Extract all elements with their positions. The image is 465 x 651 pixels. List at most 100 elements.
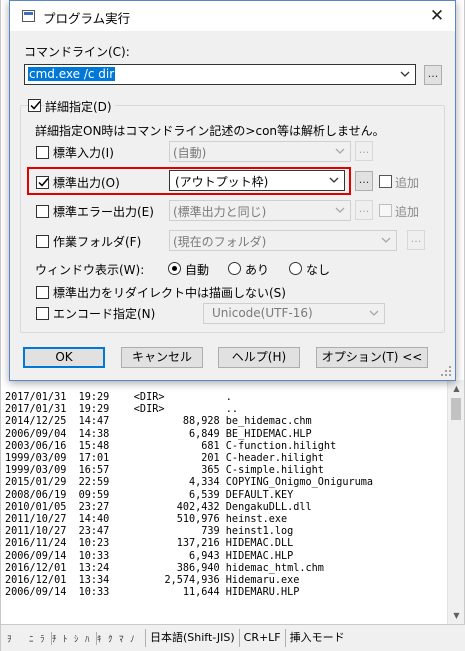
window-mode-show-label[interactable]: あり	[245, 261, 269, 278]
output-line[interactable]: 2015/01/29 22:59 4,334 COPYING_Onigmo_On…	[5, 477, 445, 489]
fkey-label[interactable]: ｷ	[96, 631, 108, 645]
stderr-label[interactable]: 標準エラー出力(E)	[53, 203, 154, 220]
fkey-label[interactable]: ｸ	[108, 632, 119, 645]
stderr-browse-button[interactable]: ...	[355, 200, 373, 220]
chevron-down-icon[interactable]	[334, 145, 346, 157]
window-mode-auto-label[interactable]: 自動	[185, 261, 209, 278]
fkey-label[interactable]: ﾉ	[130, 632, 141, 645]
chevron-down-icon[interactable]	[380, 234, 392, 246]
dialog-title: プログラム実行	[43, 11, 131, 26]
fkey-label[interactable]: ﾗ	[40, 632, 51, 645]
output-line[interactable]: 2010/01/05 23:27 402,432 DengakuDLL.dll	[5, 502, 445, 514]
ok-button[interactable]: OK	[23, 347, 105, 368]
window-mode-show-radio[interactable]	[228, 262, 241, 275]
chevron-down-icon[interactable]	[368, 307, 380, 319]
fkey-label[interactable]: ﾄ	[63, 632, 74, 645]
command-line-label: コマンドライン(C):	[24, 45, 130, 59]
output-line[interactable]: 2016/11/24 10:23 137,216 HIDEMAC.DLL	[5, 538, 445, 550]
encode-combo[interactable]: Unicode(UTF-16)	[203, 303, 385, 324]
stderr-append-checkbox[interactable]	[379, 204, 392, 217]
output-line[interactable]: 2006/09/04 14:38 6,849 BE_HIDEMAC.HLP	[5, 429, 445, 441]
stdout-value: (アウトプット枠)	[175, 175, 269, 189]
output-line[interactable]: 2016/12/01 13:34 2,574,936 Hidemaru.exe	[5, 575, 445, 587]
stderr-value: (標準出力と同じ)	[173, 205, 267, 219]
workdir-combo[interactable]: (現在のフォルダ)	[169, 230, 397, 251]
stdin-checkbox[interactable]	[36, 146, 49, 159]
window-icon	[22, 10, 35, 22]
stdin-combo[interactable]: (自動)	[169, 141, 351, 162]
stdout-combo[interactable]: (アウトプット枠)	[169, 170, 345, 191]
output-line[interactable]: 1999/03/09 16:57 365 C-simple.hilight	[5, 465, 445, 477]
scroll-thumb[interactable]	[451, 398, 461, 420]
workdir-checkbox[interactable]	[36, 235, 49, 248]
command-output-text[interactable]: 2017/01/31 19:29 <DIR> . 2017/01/31 19:29…	[5, 392, 445, 624]
workdir-value: (現在のフォルダ)	[173, 235, 267, 249]
output-line[interactable]: 2006/09/14 10:33 6,943 HIDEMAC.HLP	[5, 551, 445, 563]
stdout-browse-button[interactable]: ...	[355, 171, 373, 191]
encode-value: Unicode(UTF-16)	[212, 306, 313, 320]
window-mode-auto-radio[interactable]	[168, 262, 181, 275]
fkey-label[interactable]: ﾁ	[51, 631, 63, 645]
stdin-value: (自動)	[173, 146, 207, 160]
encode-label[interactable]: エンコード指定(N)	[53, 305, 155, 322]
fkey-label[interactable]: ﾏ	[119, 632, 130, 645]
close-button[interactable]: ✕	[422, 5, 452, 27]
status-newline[interactable]: CR+LF	[238, 629, 285, 647]
scroll-up-arrow-icon[interactable]: ▲	[448, 380, 465, 397]
stderr-checkbox[interactable]	[36, 205, 49, 218]
vertical-scrollbar[interactable]: ▲ ▼	[447, 380, 464, 624]
stderr-append-label[interactable]: 追加	[395, 203, 419, 220]
detail-checkbox[interactable]	[28, 99, 41, 112]
fkey-label[interactable]	[18, 632, 29, 645]
fkey-label[interactable]: ｦ	[7, 632, 18, 645]
output-line[interactable]: 1999/03/09 17:01 201 C-header.hilight	[5, 453, 445, 465]
command-line-combo[interactable]: cmd.exe /c dir	[24, 64, 416, 85]
stdin-browse-button[interactable]: ...	[355, 141, 373, 161]
options-button[interactable]: オプション(T) <<	[316, 347, 428, 368]
output-line[interactable]: 2011/10/27 23:47 739 heinst1.log	[5, 526, 445, 538]
window-mode-label: ウィンドウ表示(W):	[35, 263, 145, 277]
command-browse-button[interactable]: ...	[424, 65, 442, 85]
stderr-combo[interactable]: (標準出力と同じ)	[169, 200, 351, 221]
stdout-checkbox[interactable]	[36, 176, 49, 189]
status-insert-mode[interactable]: 挿入モード	[284, 629, 349, 647]
status-bar: ｦ ﾆ ﾗ ﾁ ﾄ ｼ ﾊ ｷ ｸ ﾏ ﾉ 日本語(Shift-JIS) CR+…	[1, 624, 465, 651]
workdir-browse-button[interactable]: ...	[407, 230, 425, 250]
encode-checkbox[interactable]	[36, 307, 49, 320]
status-encoding[interactable]: 日本語(Shift-JIS)	[145, 629, 239, 647]
fkey-label[interactable]: ﾊ	[85, 632, 96, 645]
function-key-strip[interactable]: ｦ ﾆ ﾗ ﾁ ﾄ ｼ ﾊ ｷ ｸ ﾏ ﾉ	[1, 631, 141, 645]
close-icon: ✕	[429, 6, 445, 26]
output-line[interactable]: 2017/01/31 19:29 <DIR> .	[5, 392, 445, 404]
chevron-down-icon[interactable]	[328, 174, 340, 186]
program-exec-dialog: プログラム実行 ✕ コマンドライン(C): cmd.exe /c dir ...…	[9, 0, 456, 381]
command-line-value[interactable]: cmd.exe /c dir	[28, 67, 116, 81]
detail-note-text: 詳細指定ON時はコマンドライン記述の>con等は解析しません。	[35, 124, 385, 138]
chevron-down-icon[interactable]	[334, 204, 346, 216]
resize-grip-icon[interactable]	[440, 365, 452, 377]
window-mode-hide-label[interactable]: なし	[306, 261, 330, 278]
stdout-append-checkbox[interactable]	[379, 175, 392, 188]
output-line[interactable]: 2016/12/01 13:24 386,940 hidemac_html.ch…	[5, 563, 445, 575]
no-redraw-checkbox[interactable]	[36, 286, 49, 299]
detail-checkbox-label[interactable]: 詳細指定(D)	[45, 98, 115, 115]
help-button[interactable]: ヘルプ(H)	[218, 347, 300, 368]
stdin-label[interactable]: 標準入力(I)	[53, 144, 114, 161]
no-redraw-label[interactable]: 標準出力をリダイレクト中は描画しない(S)	[53, 284, 286, 301]
window-mode-hide-radio[interactable]	[289, 262, 302, 275]
scroll-down-arrow-icon[interactable]: ▼	[448, 607, 465, 624]
output-line[interactable]: 2017/01/31 19:29 <DIR> ..	[5, 404, 445, 416]
output-line[interactable]: 2003/06/16 15:48 681 C-function.hilight	[5, 441, 445, 453]
cancel-button[interactable]: キャンセル	[121, 347, 203, 368]
output-line[interactable]: 2014/12/25 14:47 88,928 be_hidemac.chm	[5, 416, 445, 428]
stdout-append-label[interactable]: 追加	[395, 174, 419, 191]
dialog-titlebar[interactable]: プログラム実行 ✕	[10, 1, 455, 31]
fkey-label[interactable]: ﾆ	[29, 632, 40, 645]
output-line[interactable]: 2006/09/14 10:33 11,644 HIDEMARU.HLP	[5, 587, 445, 599]
output-line[interactable]: 2008/06/19 09:59 6,539 DEFAULT.KEY	[5, 490, 445, 502]
chevron-down-icon[interactable]	[399, 68, 411, 80]
stdout-label[interactable]: 標準出力(O)	[53, 174, 120, 191]
workdir-label[interactable]: 作業フォルダ(F)	[53, 233, 141, 250]
output-line[interactable]: 2011/10/27 14:40 510,976 heinst.exe	[5, 514, 445, 526]
fkey-label[interactable]: ｼ	[74, 632, 85, 645]
